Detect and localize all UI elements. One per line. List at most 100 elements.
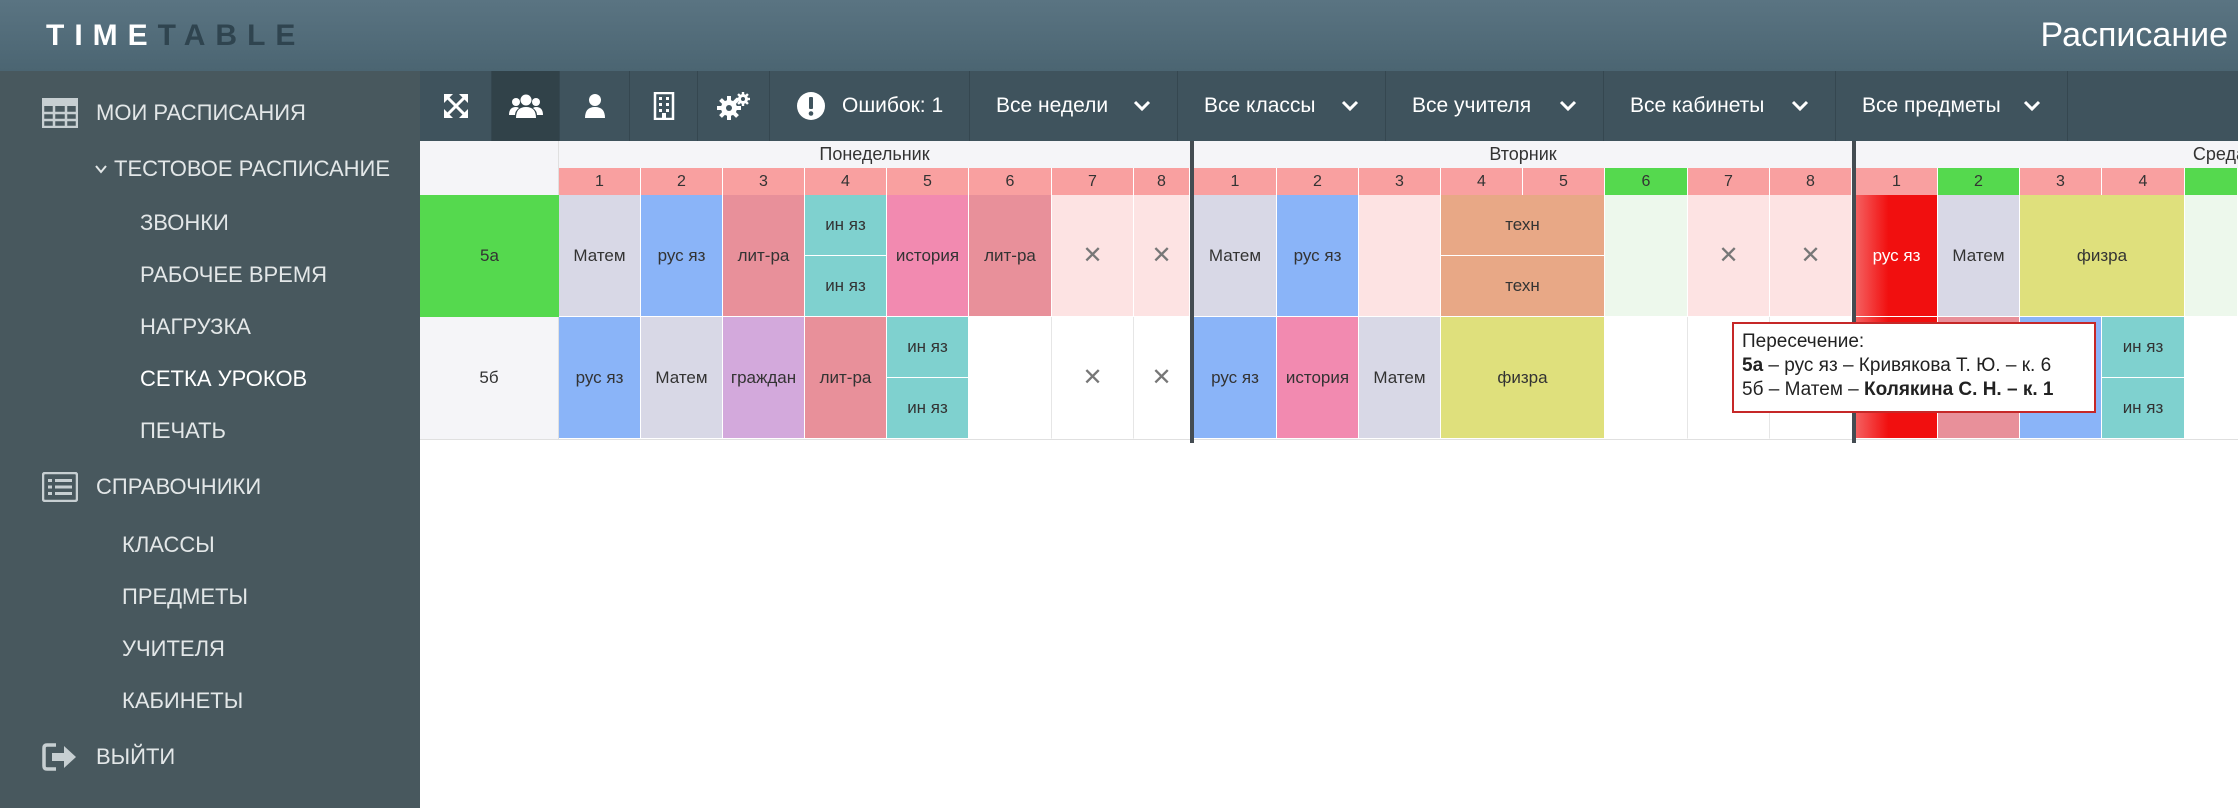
logo[interactable]: TIMETABLE [46, 18, 305, 54]
settings-button[interactable] [698, 71, 770, 141]
errors-button[interactable]: Ошибок: 1 [770, 71, 970, 141]
lesson-cell[interactable]: рус яз [641, 195, 723, 317]
close-icon: ✕ [1151, 242, 1172, 269]
lesson-cell[interactable]: ин яз [887, 317, 969, 378]
tooltip-teacher: Колякина С. Н. [1864, 379, 2002, 400]
close-icon: ✕ [1082, 364, 1103, 391]
building-icon [653, 92, 674, 120]
filter-weeks-value: Все недели [996, 94, 1109, 117]
nav-label: СПРАВОЧНИКИ [96, 474, 262, 499]
nav-test-schedule[interactable]: ТЕСТОВОЕ РАСПИСАНИЕ [0, 145, 420, 193]
filter-classes-dropdown[interactable]: Все классы [1178, 71, 1386, 141]
class-label-5b[interactable]: 5б [420, 317, 559, 439]
lesson-cell[interactable]: лит-ра [805, 317, 887, 439]
filter-teachers-dropdown[interactable]: Все учителя [1386, 71, 1604, 141]
nav-bells[interactable]: ЗВОНКИ [0, 199, 420, 247]
unavailable-cell[interactable]: ✕ [1134, 317, 1190, 439]
view-teachers-button[interactable] [560, 71, 630, 141]
nav-work-time[interactable]: РАБОЧЕЕ ВРЕМЯ [0, 251, 420, 299]
nav-logout[interactable]: ВЫЙТИ [0, 733, 420, 781]
empty-cell[interactable] [2185, 317, 2238, 439]
period-number: 2 [1938, 168, 2020, 195]
nav-label: КЛАССЫ [122, 532, 215, 557]
unavailable-cell[interactable]: ✕ [1134, 195, 1190, 317]
lesson-cell[interactable]: техн [1441, 256, 1605, 317]
empty-cell[interactable] [1605, 317, 1688, 439]
lesson-cell[interactable]: ин яз [2102, 317, 2185, 378]
unavailable-cell[interactable]: ✕ [1688, 195, 1770, 317]
unavailable-cell[interactable]: ✕ [1052, 317, 1134, 439]
lesson-cell[interactable]: рус яз [1194, 317, 1277, 439]
lesson-cell[interactable]: граждан [723, 317, 805, 439]
conflict-lesson-cell[interactable]: рус яз [1856, 195, 1938, 317]
exclamation-circle-icon [797, 92, 825, 120]
app-header: TIMETABLE Расписание [0, 0, 2238, 71]
filter-rooms-value: Все кабинеты [1630, 94, 1765, 117]
lesson-cell[interactable]: Матем [641, 317, 723, 439]
nav-rooms[interactable]: КАБИНЕТЫ [0, 677, 420, 725]
lesson-cell[interactable]: ин яз [887, 378, 969, 439]
lesson-cell[interactable]: лит-ра [969, 195, 1052, 317]
nav-teachers[interactable]: УЧИТЕЛЯ [0, 625, 420, 673]
chevron-down-icon [1791, 100, 1809, 112]
lesson-cell[interactable]: история [1277, 317, 1359, 439]
unavailable-cell[interactable]: ✕ [1052, 195, 1134, 317]
close-icon: ✕ [1800, 242, 1821, 269]
class-label-5a[interactable]: 5а [420, 195, 559, 317]
nav-label: ТЕСТОВОЕ РАСПИСАНИЕ [114, 156, 391, 181]
nav-subjects[interactable]: ПРЕДМЕТЫ [0, 573, 420, 621]
sign-out-icon [42, 743, 76, 771]
lesson-cell[interactable]: лит-ра [723, 195, 805, 317]
empty-cell[interactable] [1605, 195, 1688, 317]
close-icon: ✕ [1718, 242, 1739, 269]
period-number [2185, 168, 2238, 195]
lesson-cell[interactable]: история [887, 195, 969, 317]
period-number: 3 [1359, 168, 1441, 195]
nav-label: НАГРУЗКА [140, 314, 251, 339]
toolbar: Ошибок: 1 Все недели Все классы Все учит… [420, 71, 2238, 141]
empty-cell[interactable] [1359, 195, 1441, 317]
lesson-cell[interactable]: техн [1441, 195, 1605, 256]
fullscreen-button[interactable] [420, 71, 492, 141]
table-icon [42, 98, 78, 128]
nav-lesson-grid[interactable]: СЕТКА УРОКОВ [0, 355, 420, 403]
lesson-cell[interactable]: ин яз [805, 195, 887, 256]
filter-weeks-dropdown[interactable]: Все недели [970, 71, 1178, 141]
logo-part-table: TABLE [157, 19, 306, 52]
lesson-cell[interactable]: ин яз [2102, 378, 2185, 439]
chevron-down-icon [1341, 100, 1359, 112]
tooltip-line-2: 5б – Матем – Колякина С. Н. – к. 1 [1742, 378, 2086, 402]
empty-cell[interactable] [969, 317, 1052, 439]
tooltip-class: 5а [1742, 355, 1764, 376]
lesson-cell[interactable]: Матем [559, 195, 641, 317]
empty-cell[interactable] [2185, 195, 2238, 317]
lesson-cell[interactable]: физра [2020, 195, 2185, 317]
period-number: 6 [969, 168, 1052, 195]
tooltip-room: к. 1 [2022, 379, 2054, 400]
filter-subjects-dropdown[interactable]: Все предметы [1836, 71, 2068, 141]
lesson-cell[interactable]: рус яз [1277, 195, 1359, 317]
filter-rooms-dropdown[interactable]: Все кабинеты [1604, 71, 1836, 141]
lesson-cell[interactable]: физра [1441, 317, 1605, 439]
nav-print[interactable]: ПЕЧАТЬ [0, 407, 420, 455]
gears-icon [716, 92, 750, 120]
nav-classes[interactable]: КЛАССЫ [0, 521, 420, 569]
period-number: 1 [1194, 168, 1277, 195]
view-classes-button[interactable] [492, 71, 560, 141]
unavailable-cell[interactable]: ✕ [1770, 195, 1852, 317]
nav-my-schedules[interactable]: МОИ РАСПИСАНИЯ [0, 89, 420, 137]
tooltip-title: Пересечение: [1742, 331, 1865, 352]
view-rooms-button[interactable] [630, 71, 698, 141]
period-number: 4 [2102, 168, 2185, 195]
period-number: 1 [1856, 168, 1938, 195]
close-icon: ✕ [1151, 364, 1172, 391]
period-number: 2 [641, 168, 723, 195]
nav-references[interactable]: СПРАВОЧНИКИ [0, 463, 420, 511]
nav-load[interactable]: НАГРУЗКА [0, 303, 420, 351]
lesson-cell[interactable]: ин яз [805, 256, 887, 317]
lesson-cell[interactable]: Матем [1194, 195, 1277, 317]
period-number: 7 [1688, 168, 1770, 195]
lesson-cell[interactable]: рус яз [559, 317, 641, 439]
lesson-cell[interactable]: Матем [1359, 317, 1441, 439]
lesson-cell[interactable]: Матем [1938, 195, 2020, 317]
